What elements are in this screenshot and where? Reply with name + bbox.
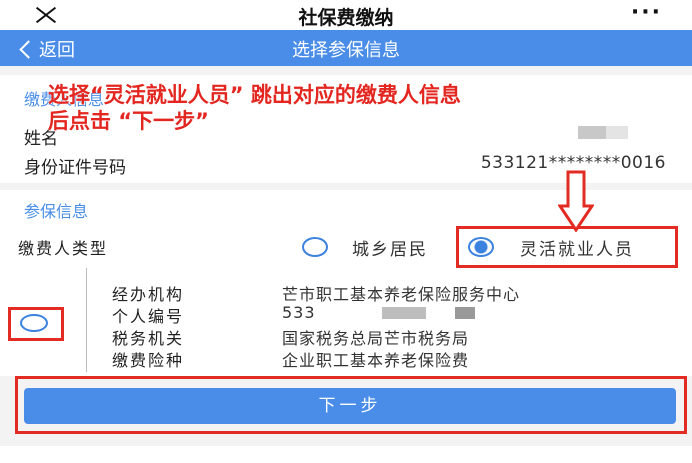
agency-label: 经办机构 (112, 285, 185, 304)
tax-office-value: 国家税务总局芒市税务局 (282, 329, 470, 348)
personal-id-redacted-2 (455, 307, 475, 319)
payer-type-label: 缴费人类型 (18, 239, 109, 258)
footer-area (0, 446, 692, 463)
personal-id-redacted (382, 307, 426, 319)
insurance-type-label: 缴费险种 (112, 351, 185, 370)
personal-id-value: 533 (282, 303, 316, 322)
app-title: 社保费缴纳 (298, 7, 394, 29)
tax-office-label: 税务机关 (112, 329, 185, 348)
nav-bar: 返回 选择参保信息 (0, 30, 692, 66)
arrow-down-icon (558, 170, 594, 232)
id-label: 身份证件号码 (24, 158, 126, 178)
insurance-section-title: 参保信息 (24, 202, 89, 221)
next-button[interactable]: 下一步 (24, 388, 676, 424)
insurance-type-value: 企业职工基本养老保险费 (282, 351, 470, 370)
option-urban-rural-label: 城乡居民 (352, 240, 428, 260)
highlight-flexible-employment (456, 226, 678, 268)
agency-value: 芒市职工基本养老保险服务中心 (282, 285, 521, 304)
radio-urban-rural[interactable] (302, 237, 328, 257)
page: 社保费缴纳 ··· 返回 选择参保信息 缴费人信息 姓名 身份证件号码 5331… (0, 0, 692, 463)
personal-id-label: 个人编号 (112, 307, 185, 326)
title-bar: 社保费缴纳 ··· (0, 0, 692, 30)
details-divider (86, 268, 87, 372)
annotation-line-2: 后点击 “下一步” (48, 109, 209, 133)
more-icon[interactable]: ··· (631, 2, 662, 24)
name-value-redacted (578, 126, 606, 139)
name-value-redacted-2 (606, 126, 628, 139)
highlight-record-radio (8, 307, 64, 341)
page-title: 选择参保信息 (292, 40, 400, 61)
